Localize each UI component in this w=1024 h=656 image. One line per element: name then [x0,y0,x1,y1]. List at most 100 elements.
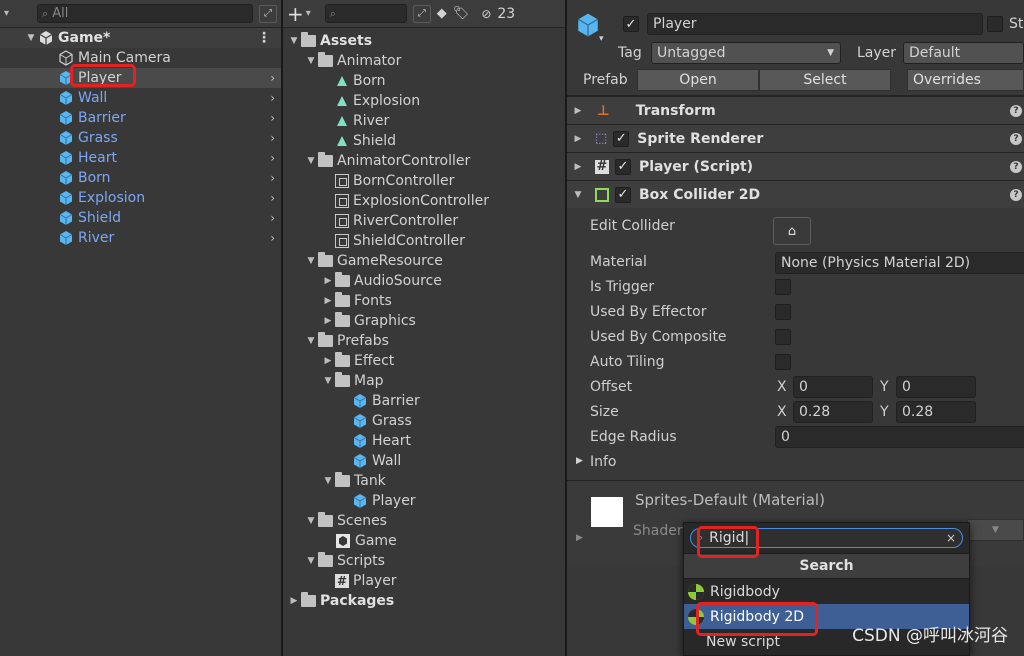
open-prefab-arrow-icon[interactable]: › [270,71,275,85]
project-tree-item[interactable]: ▶ AudioSource [283,271,565,291]
hierarchy-search-input[interactable]: ⌕ All [37,4,253,23]
expand-triangle-icon[interactable]: ▶ [321,276,335,286]
active-checkbox[interactable]: ✓ [623,16,639,32]
sprite-renderer-component-header[interactable]: ▶ ⬚ ✓ Sprite Renderer ? [567,124,1024,152]
project-tree-item[interactable]: ▼ Scripts [283,551,565,571]
open-prefab-arrow-icon[interactable]: › [270,191,275,205]
open-prefab-arrow-icon[interactable]: › [270,211,275,225]
tag-dropdown[interactable]: Untagged ▼ [651,42,841,64]
clear-search-icon[interactable]: × [946,531,956,545]
project-tree-item[interactable]: Explosion [283,91,565,111]
project-tree-item[interactable]: Grass [283,411,565,431]
hierarchy-item[interactable]: Player › [0,68,281,88]
collapse-triangle-icon[interactable]: ▼ [304,556,318,566]
player-script-enabled-checkbox[interactable]: ✓ [615,158,631,175]
project-tree-item[interactable]: # Player [283,571,565,591]
add-asset-button[interactable]: + [287,2,304,26]
hierarchy-item[interactable]: River › [0,228,281,248]
help-icon[interactable]: ? [1010,188,1022,201]
project-tree-item[interactable]: ▼ GameResource [283,251,565,271]
create-dropdown-icon[interactable]: ▾ [4,8,9,19]
auto-tiling-checkbox[interactable] [775,354,791,370]
project-tree-item[interactable]: Game [283,531,565,551]
collapse-triangle-icon[interactable]: ▼ [304,516,318,526]
box-collider-component-header[interactable]: ▼ ✓ Box Collider 2D ? [567,180,1024,208]
info-expand-icon[interactable]: ▶ [576,456,583,466]
project-tree-item[interactable]: ExplosionController [283,191,565,211]
collapse-triangle-icon[interactable]: ▼ [304,56,318,66]
add-dropdown-icon[interactable]: ▾ [306,8,311,19]
popup-search-input[interactable]: ⌕ Rigid | × [690,528,963,548]
hierarchy-item[interactable]: Shield › [0,208,281,228]
expand-triangle-icon[interactable]: ▶ [321,296,335,306]
expand-triangle-icon[interactable]: ▶ [321,356,335,366]
expand-triangle-icon[interactable]: ▶ [571,162,585,172]
open-prefab-arrow-icon[interactable]: › [270,231,275,245]
hierarchy-item[interactable]: Wall › [0,88,281,108]
hierarchy-item[interactable]: Heart › [0,148,281,168]
project-tree-item[interactable]: Barrier [283,391,565,411]
expand-triangle-icon[interactable]: ▶ [571,106,585,116]
scene-visibility-button[interactable]: ⤢ [259,4,277,23]
project-tree-item[interactable]: ShieldController [283,231,565,251]
used-by-composite-checkbox[interactable] [775,329,791,345]
info-foldout[interactable]: Info [590,454,617,470]
collapse-triangle-icon[interactable]: ▼ [304,336,318,346]
filter-type-icon[interactable]: ◆ [437,6,447,21]
project-tree-item[interactable]: ▶ Fonts [283,291,565,311]
open-prefab-arrow-icon[interactable]: › [270,91,275,105]
project-tree-item[interactable]: ▼ Animator [283,51,565,71]
expand-triangle-icon[interactable]: ▶ [287,596,301,606]
object-name-field[interactable]: Player [647,13,983,35]
physics-material-field[interactable]: None (Physics Material 2D) [775,252,1024,274]
help-icon[interactable]: ? [1010,132,1022,145]
search-by-type-button[interactable]: ⤢ [412,4,431,23]
collapse-triangle-icon[interactable]: ▼ [321,476,335,486]
prefab-overrides-dropdown[interactable]: Overrides [907,69,1024,91]
help-icon[interactable]: ? [1010,160,1022,173]
project-tree-item[interactable]: ▼ Prefabs [283,331,565,351]
offset-y-field[interactable]: 0 [896,376,976,398]
open-prefab-arrow-icon[interactable]: › [270,151,275,165]
project-tree-item[interactable]: ▼ Scenes [283,511,565,531]
filter-label-icon[interactable]: 🏷 [453,6,470,21]
open-prefab-arrow-icon[interactable]: › [270,131,275,145]
collapse-triangle-icon[interactable]: ▼ [287,36,301,46]
project-tree-item[interactable]: Heart [283,431,565,451]
project-tree-item[interactable]: ▼ Assets [283,31,565,51]
help-icon[interactable]: ? [1010,104,1022,117]
open-prefab-arrow-icon[interactable]: › [270,171,275,185]
static-checkbox[interactable] [987,16,1003,32]
offset-x-field[interactable]: 0 [793,376,873,398]
sprite-renderer-enabled-checkbox[interactable]: ✓ [613,130,630,147]
hidden-packages-icon[interactable]: ⊘ [481,7,491,21]
box-collider-enabled-checkbox[interactable]: ✓ [615,186,631,203]
scene-menu-icon[interactable]: ⋮ [257,30,271,46]
project-tree-item[interactable]: ▼ Map [283,371,565,391]
expand-triangle-icon[interactable]: ▶ [321,316,335,326]
project-tree-item[interactable]: BornController [283,171,565,191]
project-tree-item[interactable]: ▼ AnimatorController [283,151,565,171]
size-x-field[interactable]: 0.28 [793,401,873,423]
used-by-effector-checkbox[interactable] [775,304,791,320]
project-tree-item[interactable]: River [283,111,565,131]
collapse-triangle-icon[interactable]: ▼ [321,376,335,386]
transform-component-header[interactable]: ▶ ⊥ Transform ? [567,96,1024,124]
project-tree-item[interactable]: Player [283,491,565,511]
hierarchy-item[interactable]: Main Camera [0,48,281,68]
hierarchy-item[interactable]: Grass › [0,128,281,148]
project-tree-item[interactable]: ▶ Packages [283,591,565,611]
player-script-component-header[interactable]: ▶ # ✓ Player (Script) ? [567,152,1024,180]
hierarchy-item[interactable]: Barrier › [0,108,281,128]
project-tree-item[interactable]: Born [283,71,565,91]
project-tree-item[interactable]: Wall [283,451,565,471]
hierarchy-item[interactable]: Explosion › [0,188,281,208]
scene-header[interactable]: ▼ Game* ⋮ [0,28,281,48]
prefab-open-button[interactable]: Open [637,69,759,91]
collapse-triangle-icon[interactable]: ▼ [571,190,585,200]
collapse-triangle-icon[interactable]: ▼ [304,156,318,166]
material-expand-icon[interactable]: ▶ [576,533,583,543]
edge-radius-field[interactable]: 0 [775,426,1024,448]
open-prefab-arrow-icon[interactable]: › [270,111,275,125]
expand-triangle-icon[interactable]: ▼ [24,33,38,43]
